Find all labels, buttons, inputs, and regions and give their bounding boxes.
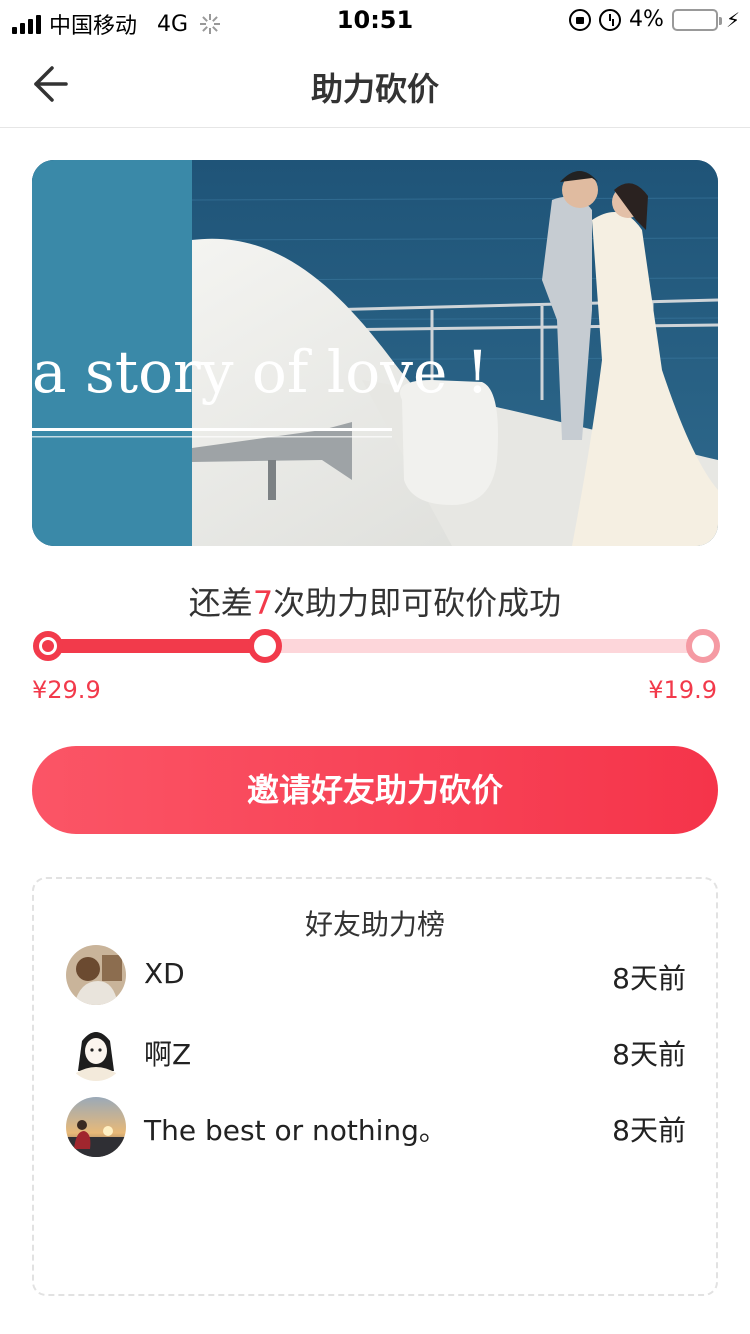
- avatar: [66, 1097, 126, 1157]
- ranking-row[interactable]: The best or nothing。 8天前: [66, 1097, 686, 1157]
- avatar: [66, 1021, 126, 1081]
- hero-overlay-text: a story of love !: [32, 338, 489, 406]
- status-bar: 中国移动 4G 10:51 4% ⚡: [0, 0, 750, 40]
- ranking-row[interactable]: 啊Z 8天前: [66, 1021, 686, 1081]
- assist-time: 8天前: [612, 1038, 686, 1071]
- progress-current-marker: [248, 629, 282, 663]
- tip-prefix: 还差: [188, 584, 253, 622]
- friend-name: 啊Z: [144, 1038, 192, 1071]
- ranking-title: 好友助力榜: [304, 908, 445, 941]
- avatar: [66, 945, 126, 1005]
- progress-fill: [46, 639, 263, 653]
- progress-track: [46, 639, 702, 653]
- progress-start-marker: [33, 631, 63, 661]
- alarm-icon: [599, 8, 622, 31]
- ranking-row[interactable]: XD 8天前: [66, 945, 686, 1005]
- status-bar-right: 4% ⚡: [569, 7, 740, 32]
- invite-friends-button[interactable]: 邀请好友助力砍价: [32, 746, 718, 834]
- start-price: ¥29.9: [32, 676, 101, 704]
- battery-icon: [671, 8, 722, 31]
- target-price: ¥19.9: [648, 676, 717, 704]
- page-title: 助力砍价: [310, 70, 439, 108]
- friend-ranking-panel: 好友助力榜 XD 8天前 啊Z 8天前 The best or nothing。…: [32, 877, 718, 1296]
- friend-name: XD: [144, 957, 185, 990]
- rotation-lock-icon: [569, 8, 592, 31]
- nav-bar: 助力砍价: [0, 40, 750, 128]
- wedding-photo: a story of love !: [32, 160, 718, 546]
- remaining-count: 7: [252, 584, 274, 622]
- battery-percent: 4%: [629, 7, 664, 32]
- charging-bolt-icon: ⚡: [725, 7, 740, 32]
- progress-end-marker: [686, 629, 720, 663]
- bargain-tip: 还差7次助力即可砍价成功: [0, 578, 750, 624]
- tip-suffix: 次助力即可砍价成功: [273, 584, 562, 622]
- assist-time: 8天前: [612, 1114, 686, 1147]
- friend-name: The best or nothing。: [144, 1114, 447, 1147]
- product-image[interactable]: a story of love !: [32, 160, 718, 546]
- assist-time: 8天前: [612, 962, 686, 995]
